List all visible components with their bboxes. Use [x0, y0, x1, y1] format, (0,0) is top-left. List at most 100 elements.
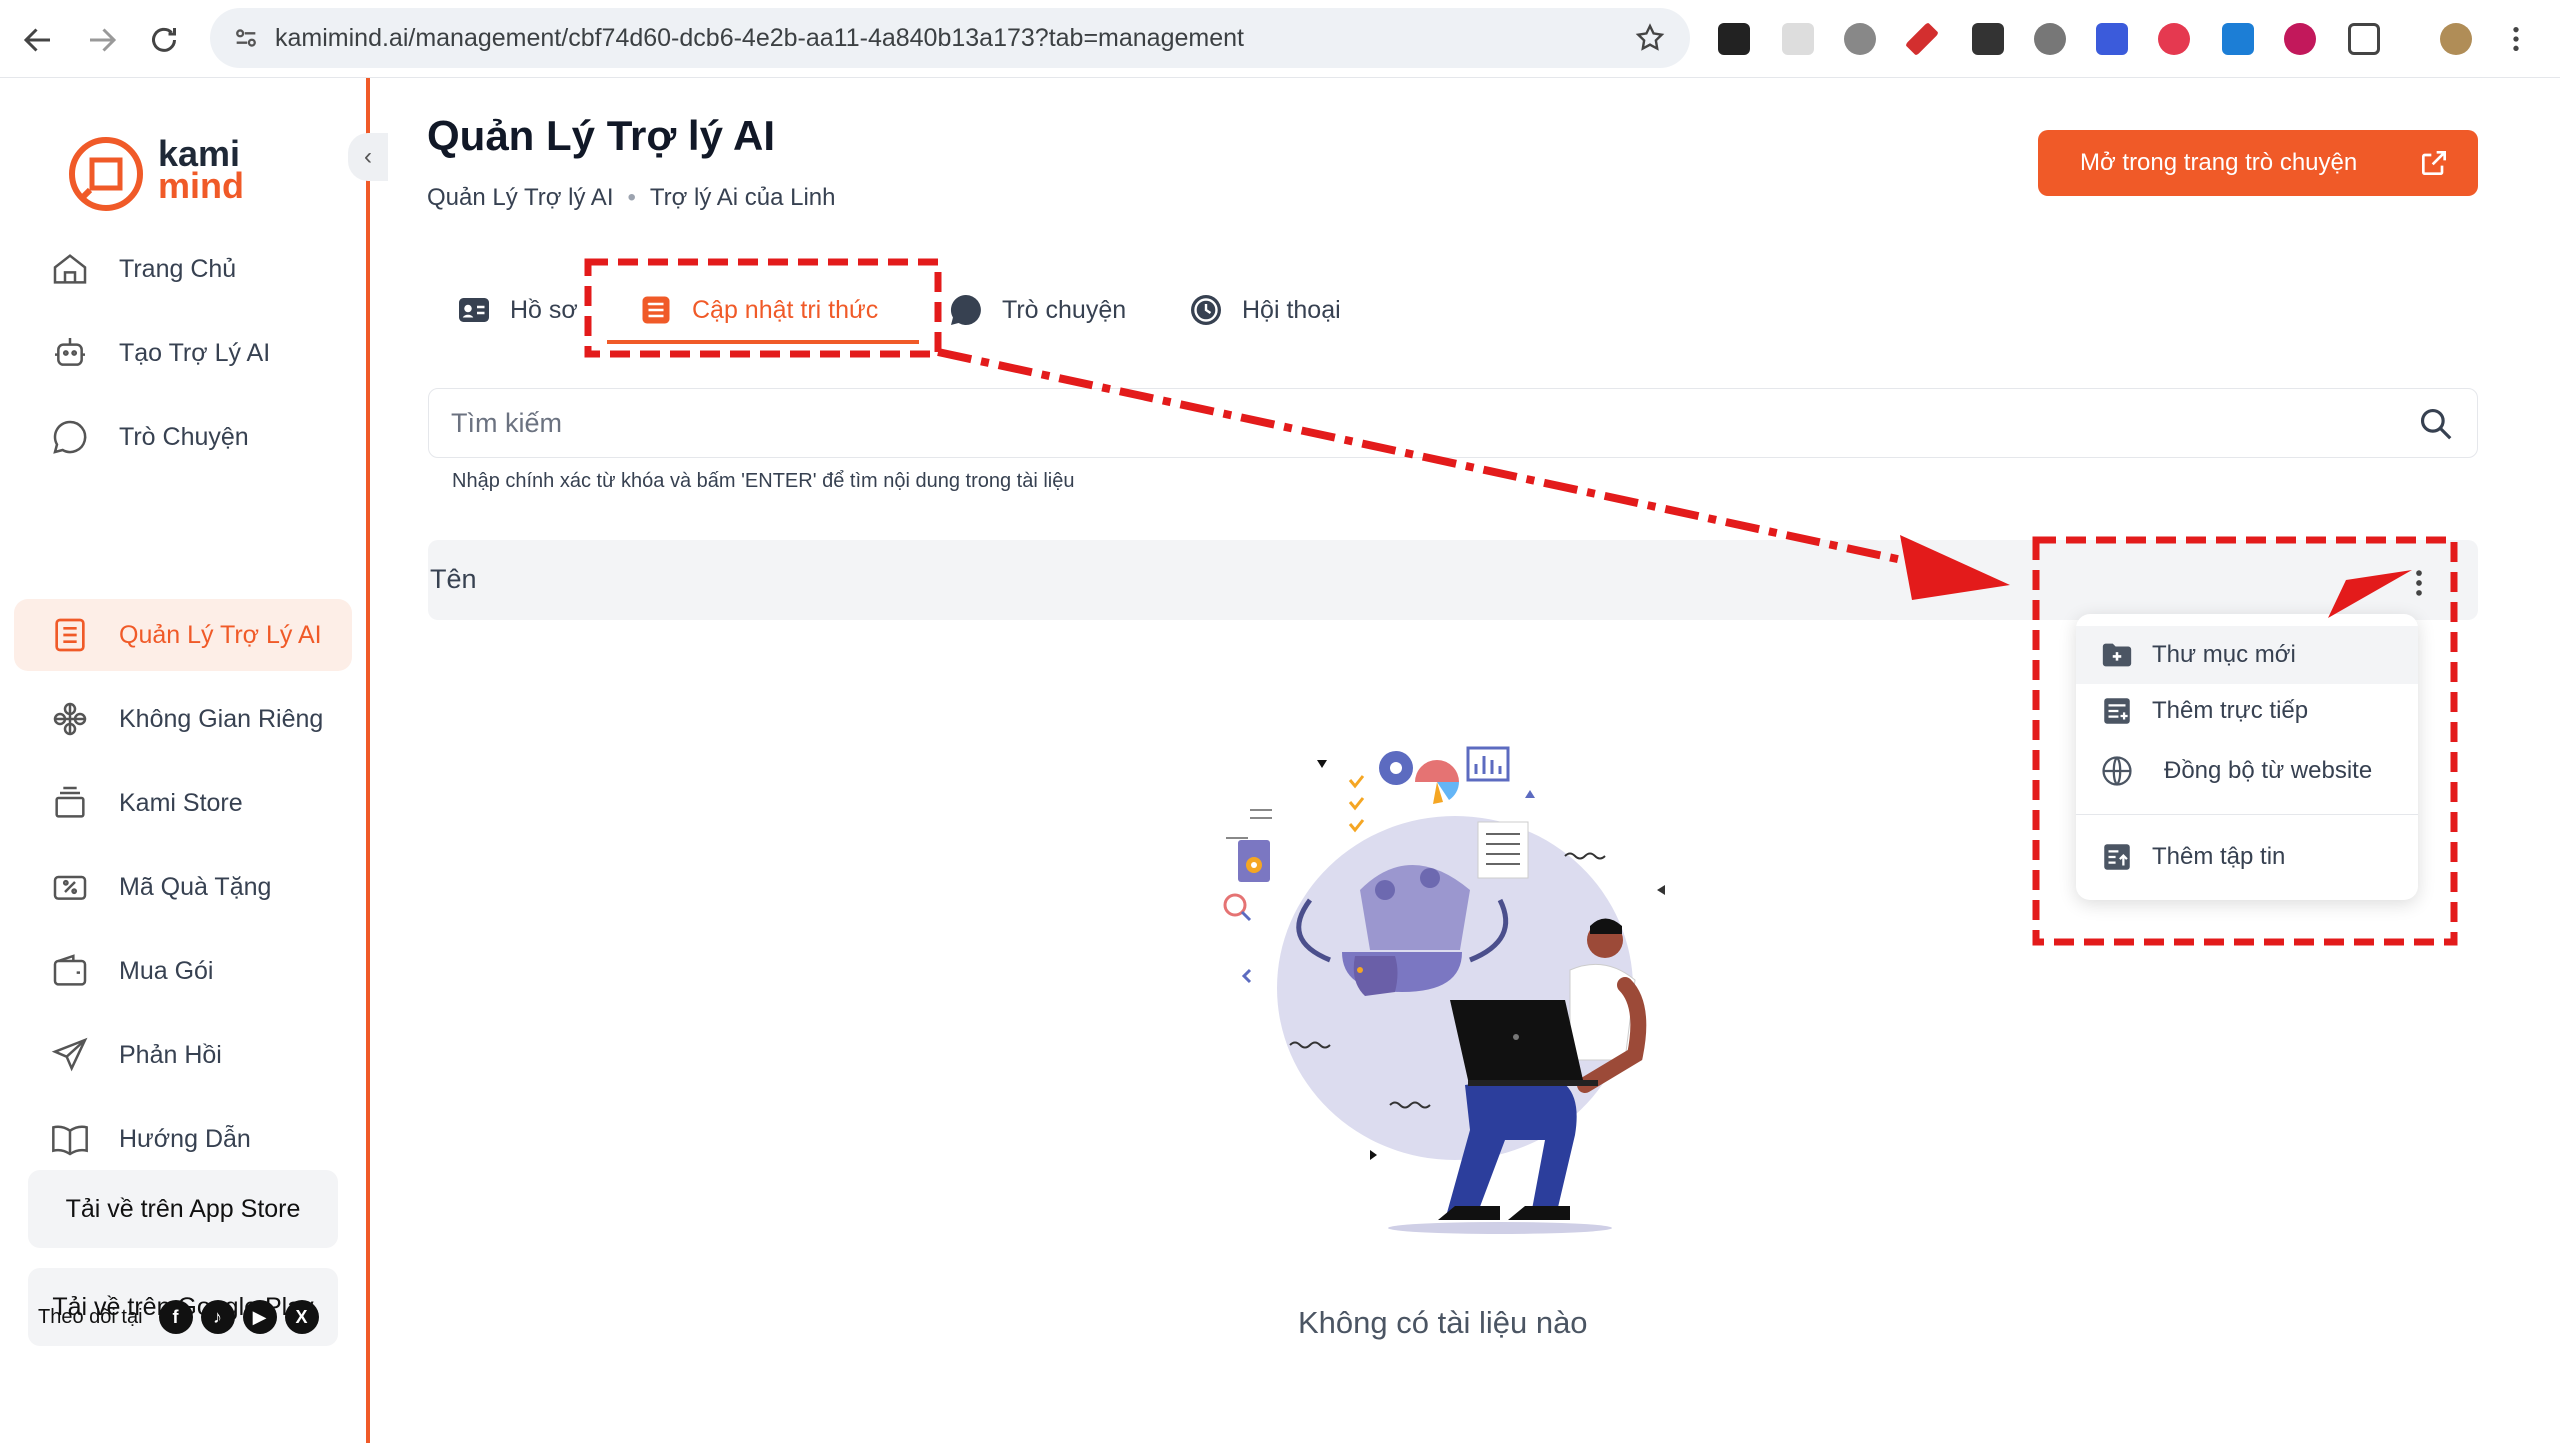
bookmark-star-icon[interactable] — [1634, 22, 1666, 54]
annotation-arrow-line — [937, 348, 1926, 569]
extension-shield-icon[interactable] — [2158, 23, 2190, 55]
breadcrumb-item[interactable]: Quản Lý Trợ lý AI — [427, 184, 613, 211]
x-twitter-icon[interactable]: X — [284, 1300, 319, 1334]
sidebar-item-guide[interactable]: Hướng Dẫn — [14, 1103, 352, 1175]
table-header: Tên — [428, 540, 2478, 620]
empty-state-text: Không có tài liệu nào — [1298, 1305, 1588, 1340]
extension-check-icon[interactable] — [2222, 23, 2254, 55]
follow-label: Theo dõi tại — [38, 1305, 143, 1328]
extension-gear-icon[interactable] — [2034, 23, 2066, 55]
search-icon[interactable] — [2417, 405, 2455, 443]
breadcrumb-separator: • — [627, 184, 636, 211]
search-box — [428, 388, 2478, 458]
menu-item-label: Đồng bộ từ website — [2164, 757, 2373, 784]
store-icon — [55, 786, 85, 818]
youtube-icon[interactable]: ▶ — [242, 1300, 277, 1334]
search-input[interactable] — [451, 403, 2351, 443]
options-dropdown-menu: Thư mục mới Thêm trực tiếp Đồng bộ từ we… — [2076, 614, 2418, 900]
menu-item-add-direct[interactable]: Thêm trực tiếp — [2076, 682, 2418, 740]
forward-icon[interactable] — [84, 22, 120, 58]
menu-item-label: Thư mục mới — [2152, 641, 2296, 668]
workspace-icon — [53, 702, 87, 736]
sidebar-item-label: Quản Lý Trợ Lý AI — [119, 620, 322, 649]
column-header-name[interactable]: Tên — [428, 564, 477, 595]
brand-name-bottom: mind — [158, 165, 244, 206]
breadcrumb: Quản Lý Trợ lý AI • Trợ lý Ai của Linh — [427, 184, 835, 212]
sidebar-item-workspace[interactable]: Không Gian Riêng — [14, 683, 352, 755]
sidebar-item-label: Mã Quà Tặng — [119, 872, 272, 901]
kamimind-logo[interactable]: kami mind — [66, 134, 244, 214]
reload-icon[interactable] — [146, 22, 182, 58]
chat-icon — [53, 420, 87, 454]
address-bar[interactable]: kamimind.ai/management/cbf74d60-dcb6-4e2… — [210, 8, 1690, 68]
sidebar-item-feedback[interactable]: Phản Hồi — [14, 1019, 352, 1091]
folder-plus-icon — [2102, 643, 2132, 667]
sidebar-item-label: Mua Gói — [119, 956, 214, 985]
chevron-left-icon: ‹ — [364, 143, 372, 170]
menu-item-new-folder[interactable]: Thư mục mới — [2076, 626, 2418, 684]
extension-a-icon[interactable] — [1782, 23, 1814, 55]
sidebar-item-manage-assistant[interactable]: Quản Lý Trợ Lý AI — [14, 599, 352, 671]
sidebar-item-chat[interactable]: Trò Chuyện — [14, 401, 352, 473]
search-hint: Nhập chính xác từ khóa và bấm 'ENTER' để… — [452, 470, 1075, 492]
sidebar-item-store[interactable]: Kami Store — [14, 767, 352, 839]
chat-bubble-icon — [950, 294, 981, 325]
wallet-icon — [53, 954, 87, 986]
collapse-sidebar-button[interactable]: ‹ — [348, 133, 388, 181]
sidebar-item-label: Trang Chủ — [119, 254, 237, 283]
extension-formula-icon[interactable] — [1718, 23, 1750, 55]
page-title: Quản Lý Trợ lý AI — [427, 112, 776, 159]
sidebar-item-home[interactable]: Trang Chủ — [14, 233, 352, 305]
sidebar: kami mind ‹ Trang Chủ Tạo Trợ Lý AI Trò … — [0, 78, 388, 1443]
sidebar-item-label: Kami Store — [119, 788, 243, 817]
menu-item-label: Thêm tập tin — [2152, 843, 2286, 870]
browser-menu-icon[interactable] — [2508, 23, 2524, 55]
profile-avatar[interactable] — [2440, 23, 2472, 55]
app-store-button[interactable]: Tải về trên App Store — [28, 1170, 338, 1248]
tiktok-icon[interactable]: ♪ — [200, 1300, 235, 1334]
open-in-chat-button[interactable]: Mở trong trang trò chuyện — [2038, 130, 2478, 196]
active-tab-indicator — [607, 340, 919, 344]
social-follow: Theo dõi tại f ♪ ▶ X — [38, 1300, 319, 1334]
url-text: kamimind.ai/management/cbf74d60-dcb6-4e2… — [275, 24, 1244, 52]
more-options-icon[interactable] — [2404, 566, 2434, 600]
add-text-icon — [2104, 698, 2130, 724]
file-upload-icon — [2104, 844, 2130, 870]
sidebar-item-label: Trò Chuyện — [119, 422, 249, 451]
history-icon — [1191, 295, 1221, 325]
site-settings-icon[interactable] — [232, 24, 260, 52]
home-icon — [53, 254, 87, 284]
external-link-icon — [2422, 151, 2446, 175]
sidebar-item-gift-code[interactable]: Mã Quà Tặng — [14, 851, 352, 923]
menu-item-sync-website[interactable]: Đồng bộ từ website — [2076, 742, 2418, 800]
profile-icon — [459, 298, 489, 322]
extension-u-icon[interactable] — [2284, 23, 2316, 55]
tab-label: Cập nhật tri thức — [692, 295, 879, 324]
facebook-icon[interactable]: f — [158, 1300, 193, 1334]
tab-knowledge[interactable]: Cập nhật tri thức — [638, 282, 878, 338]
tab-chat[interactable]: Trò chuyện — [948, 282, 1126, 338]
sidebar-item-label: Tạo Trợ Lý AI — [119, 338, 271, 367]
tab-conversations[interactable]: Hội thoại — [1188, 282, 1341, 338]
tab-label: Hồ sơ — [510, 295, 578, 324]
sidebar-item-create-assistant[interactable]: Tạo Trợ Lý AI — [14, 317, 352, 389]
extension-screen-icon[interactable] — [1972, 23, 2004, 55]
tab-profile[interactable]: Hồ sơ — [456, 282, 578, 338]
extensions-puzzle-icon[interactable] — [2348, 23, 2380, 55]
globe-icon — [2102, 756, 2132, 786]
camera-icon[interactable] — [1844, 23, 1876, 55]
extension-blue-icon[interactable] — [2096, 23, 2128, 55]
back-icon[interactable] — [20, 22, 56, 58]
coupon-icon — [53, 875, 87, 900]
list-icon — [55, 618, 85, 652]
book-icon — [52, 1125, 88, 1156]
sidebar-item-buy-plan[interactable]: Mua Gói — [14, 935, 352, 1007]
bot-icon — [55, 338, 85, 366]
menu-divider — [2076, 814, 2418, 815]
pen-icon[interactable] — [1905, 22, 1939, 56]
menu-item-add-file[interactable]: Thêm tập tin — [2076, 828, 2418, 886]
browser-toolbar: kamimind.ai/management/cbf74d60-dcb6-4e2… — [0, 0, 2560, 78]
menu-item-label: Thêm trực tiếp — [2152, 697, 2309, 724]
tab-label: Trò chuyện — [1002, 295, 1127, 324]
breadcrumb-item-current: Trợ lý Ai của Linh — [649, 184, 836, 211]
